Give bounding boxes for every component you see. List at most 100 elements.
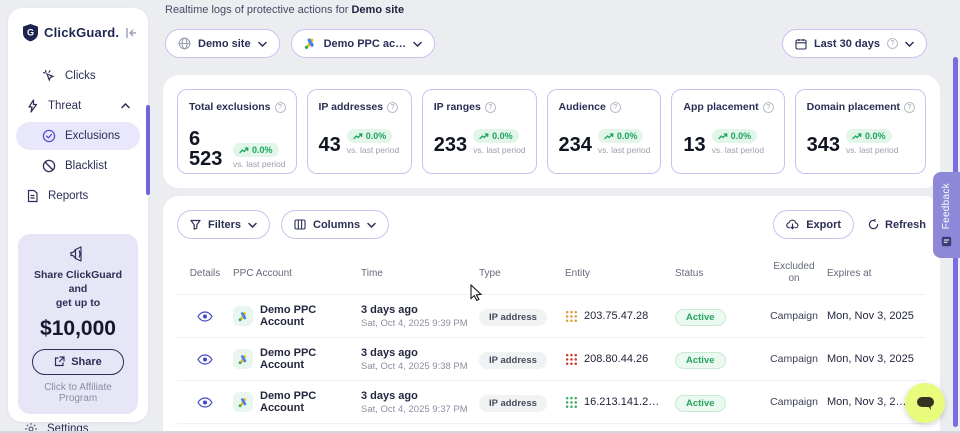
time-absolute: Sat, Oct 4, 2025 9:39 PM [361, 318, 479, 329]
chevron-down-icon [905, 41, 914, 47]
promo-text-line2: get up to [26, 296, 130, 310]
google-ads-icon [233, 392, 253, 412]
chevron-down-icon [248, 222, 257, 228]
google-ads-icon [304, 37, 317, 50]
export-button[interactable]: Export [773, 210, 854, 239]
date-range-label: Last 30 days [814, 38, 880, 50]
brand-name: ClickGuard. [44, 25, 120, 40]
affiliate-promo-card[interactable]: Share ClickGuard and get up to $10,000 S… [18, 234, 138, 414]
details-eye-icon[interactable] [197, 311, 213, 322]
promo-text-line1: Share ClickGuard and [26, 268, 130, 296]
sidebar-item-label: Blacklist [65, 160, 107, 172]
stat-card-domain-placement: Domain placement ? 343 0.0% vs. last per… [795, 89, 926, 174]
excluded-on-cell: Campaign [761, 310, 827, 322]
sidebar-item-blacklist[interactable]: Blacklist [16, 152, 140, 180]
sidebar-collapse-icon[interactable] [125, 27, 138, 39]
info-icon[interactable]: ? [275, 102, 286, 113]
sidebar-item-reports[interactable]: Reports [16, 182, 140, 210]
vs-last-period-label: vs. last period [846, 145, 898, 155]
google-ads-icon [233, 349, 253, 369]
sidebar-item-label: Reports [48, 190, 88, 202]
site-selector[interactable]: Demo site [165, 29, 280, 58]
trend-badge: 0.0% [598, 129, 644, 143]
stat-value: 43 [319, 135, 341, 155]
sidebar-item-threat[interactable]: Threat [16, 92, 140, 120]
vs-last-period-label: vs. last period [598, 145, 650, 155]
affiliate-link[interactable]: Click to Affiliate Program [26, 382, 130, 404]
share-button[interactable]: Share [32, 349, 124, 375]
feedback-tab[interactable]: Feedback [933, 172, 960, 258]
stat-label: App placement [683, 101, 758, 113]
threat-icon [26, 99, 39, 113]
col-expires-at: Expires at [827, 268, 926, 279]
chat-launcher-button[interactable] [905, 383, 945, 423]
info-icon[interactable]: ? [763, 102, 774, 113]
trend-up-icon [852, 133, 862, 140]
status-badge: Active [675, 352, 726, 369]
info-icon[interactable]: ? [485, 102, 496, 113]
sidebar-scrollbar[interactable] [146, 105, 150, 195]
time-relative: 3 days ago [361, 347, 479, 359]
columns-button[interactable]: Columns [281, 210, 389, 239]
trend-up-icon [239, 147, 249, 154]
info-icon[interactable]: ? [904, 102, 915, 113]
vs-last-period-label: vs. last period [233, 159, 285, 169]
clicks-icon [42, 69, 56, 83]
col-status: Status [675, 268, 761, 279]
account-cell: Demo PPC Account [260, 347, 361, 371]
details-eye-icon[interactable] [197, 354, 213, 365]
refresh-button[interactable]: Refresh [868, 219, 926, 231]
trend-up-icon [353, 133, 363, 140]
status-badge: Active [675, 309, 726, 326]
chevron-down-icon [258, 41, 267, 47]
calendar-icon [795, 38, 807, 50]
stat-value: 233 [434, 135, 467, 155]
ppc-account-selector[interactable]: Demo PPC ac… [291, 29, 436, 58]
sidebar-item-label: Threat [48, 100, 81, 112]
info-icon[interactable]: ? [387, 102, 398, 113]
stat-label: IP ranges [434, 101, 481, 113]
info-icon: ? [887, 38, 898, 49]
table-row[interactable]: Demo PPC Account 3 days agoSat, Oct 4, 2… [177, 380, 926, 423]
excluded-on-cell: Campaign [761, 353, 827, 365]
vs-last-period-label: vs. last period [347, 145, 399, 155]
date-range-selector[interactable]: Last 30 days ? [782, 29, 927, 58]
megaphone-icon [26, 246, 130, 262]
stat-label: Total exclusions [189, 101, 271, 113]
details-eye-icon[interactable] [197, 397, 213, 408]
col-time: Time [361, 268, 479, 279]
filters-button-label: Filters [208, 219, 241, 231]
trend-badge: 0.0% [846, 129, 892, 143]
brand: G ClickGuard. [8, 8, 148, 52]
sidebar-item-label: Clicks [65, 70, 96, 82]
entity-value: 203.75.47.28 [584, 310, 648, 322]
stat-label: Domain placement [807, 101, 900, 113]
filters-button[interactable]: Filters [177, 210, 270, 239]
stat-card-total-exclusions: Total exclusions ? 6 523 0.0% vs. last p… [177, 89, 297, 174]
table-row[interactable]: Demo PPC Account 3 days agoSat, Oct 4, 2… [177, 294, 926, 337]
type-badge: IP address [479, 395, 547, 412]
page-subtitle: Realtime logs of protective actions for … [165, 4, 404, 16]
stat-card-ip-ranges: IP ranges ? 233 0.0% vs. last period [422, 89, 537, 174]
sidebar-item-clicks[interactable]: Clicks [16, 62, 140, 90]
logs-panel: Filters Columns Export Refresh [163, 196, 940, 433]
columns-icon [294, 219, 306, 230]
time-absolute: Sat, Oct 4, 2025 9:38 PM [361, 361, 479, 372]
table-header: Details PPC Account Time Type Entity Sta… [177, 261, 926, 294]
sidebar-item-exclusions[interactable]: Exclusions [16, 122, 140, 150]
svg-text:G: G [27, 28, 34, 38]
col-excluded-on: Excluded on [761, 261, 827, 285]
site-selector-label: Demo site [198, 38, 251, 50]
entity-identicon [565, 396, 578, 409]
feedback-icon [941, 236, 952, 247]
stat-value: 13 [683, 135, 705, 155]
account-cell: Demo PPC Account [260, 390, 361, 414]
page-subtitle-text: Realtime logs of protective actions for [165, 4, 351, 16]
stat-card-ip-addresses: IP addresses ? 43 0.0% vs. last period [307, 89, 412, 174]
vs-last-period-label: vs. last period [473, 145, 525, 155]
status-badge: Active [675, 395, 726, 412]
info-icon[interactable]: ? [610, 102, 621, 113]
table-row[interactable]: Demo PPC Account 3 days ago Sat, Oct 4, 2… [177, 337, 926, 380]
reports-icon [26, 189, 39, 203]
promo-amount: $10,000 [26, 317, 130, 341]
